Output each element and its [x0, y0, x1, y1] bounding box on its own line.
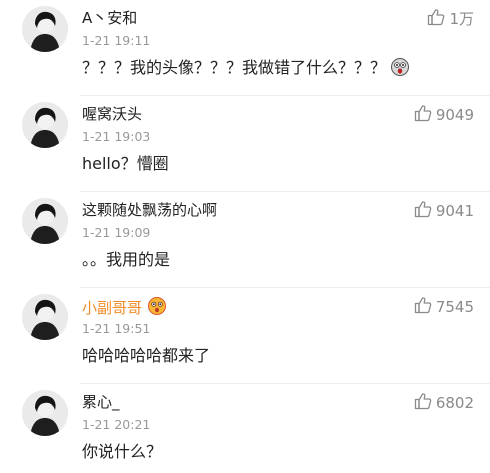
comment-item: A丶安和 1-21 19:11 ？？？我的头像？？？我做错了什么？？？ 1万: [0, 0, 490, 96]
username-text[interactable]: A丶安和: [82, 9, 137, 27]
comment-item: 累心_ 1-21 20:21 你说什么？ 6802: [0, 384, 490, 473]
username-text[interactable]: 累心_: [82, 393, 120, 411]
thumbs-up-icon: [414, 392, 432, 414]
username-text[interactable]: 喔窝沃头: [82, 105, 142, 123]
comment-time: 1-21 20:21: [82, 417, 151, 432]
like-count: 9041: [435, 202, 474, 220]
username[interactable]: 小副哥哥: [82, 296, 167, 321]
avatar[interactable]: [22, 390, 68, 436]
avatar[interactable]: [22, 102, 68, 148]
surprised-face-icon: [390, 57, 410, 83]
comment-item: 小副哥哥 1-21 19:51 哈哈哈哈哈都来了 7545: [0, 288, 490, 384]
comment-text: 哈哈哈哈哈都来了: [82, 346, 211, 365]
comment-item: 喔窝沃头 1-21 19:03 hello？懵圈 9049: [0, 96, 490, 192]
comment-text-content: ？？？我的头像？？？我做错了什么？？？: [82, 58, 387, 77]
username[interactable]: 累心_: [82, 392, 120, 412]
like-count: 6802: [435, 394, 474, 412]
username[interactable]: A丶安和: [82, 8, 137, 28]
username[interactable]: 喔窝沃头: [82, 104, 142, 124]
like-button[interactable]: 7545: [414, 296, 474, 318]
thumbs-up-icon: [414, 104, 432, 126]
avatar[interactable]: [22, 6, 68, 52]
like-button[interactable]: 9049: [414, 104, 474, 126]
comment-time: 1-21 19:11: [82, 33, 151, 48]
thumbs-up-icon: [414, 200, 432, 222]
comment-time: 1-21 19:03: [82, 129, 151, 144]
avatar[interactable]: [22, 294, 68, 340]
like-button[interactable]: 9041: [414, 200, 474, 222]
comment-text: hello？懵圈: [82, 154, 169, 173]
comment-item: 这颗随处飘荡的心啊 1-21 19:09 。。我用的是 9041: [0, 192, 490, 288]
surprised-face-icon: [147, 296, 167, 321]
avatar[interactable]: [22, 198, 68, 244]
username[interactable]: 这颗随处飘荡的心啊: [82, 200, 217, 220]
username-text[interactable]: 这颗随处飘荡的心啊: [82, 201, 217, 219]
like-count: 1万: [449, 10, 474, 28]
like-count: 7545: [435, 298, 474, 316]
like-button[interactable]: 1万: [427, 8, 474, 30]
comment-text: 。。我用的是: [82, 250, 171, 269]
comment-text: 你说什么？: [82, 442, 163, 461]
comment-text: ？？？我的头像？？？我做错了什么？？？: [82, 57, 410, 83]
comment-list: A丶安和 1-21 19:11 ？？？我的头像？？？我做错了什么？？？ 1万 喔…: [0, 0, 490, 473]
thumbs-up-icon: [414, 296, 432, 318]
like-button[interactable]: 6802: [414, 392, 474, 414]
comment-time: 1-21 19:09: [82, 225, 151, 240]
like-count: 9049: [435, 106, 474, 124]
username-text[interactable]: 小副哥哥: [82, 299, 142, 317]
thumbs-up-icon: [427, 8, 445, 30]
comment-time: 1-21 19:51: [82, 321, 151, 336]
